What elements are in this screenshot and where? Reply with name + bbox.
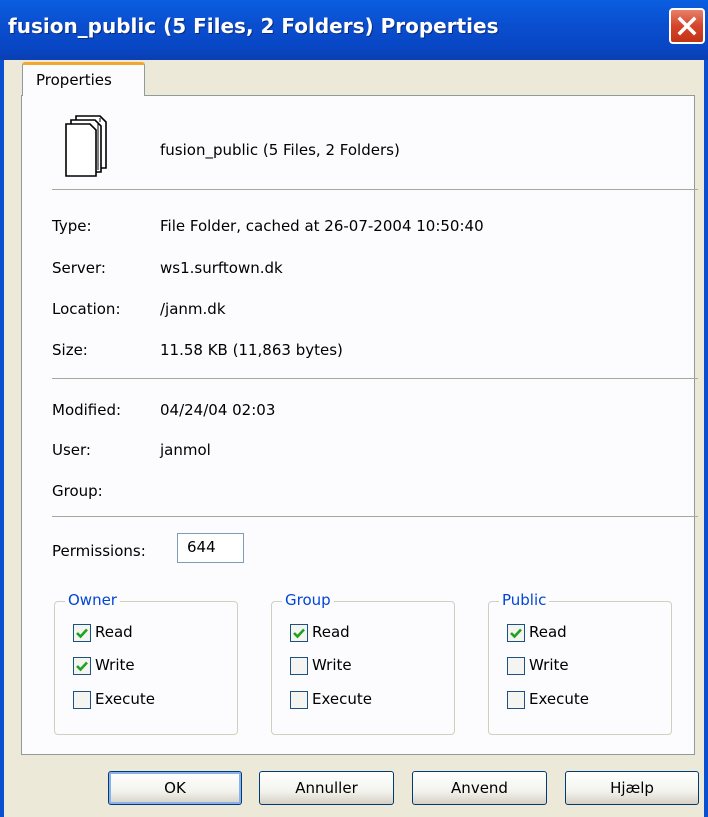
checkbox-box[interactable] (507, 691, 525, 709)
apply-button[interactable]: Anvend (412, 771, 547, 805)
owner-read-label: Read (95, 623, 133, 641)
group-group-title: Group (282, 591, 334, 609)
type-value: File Folder, cached at 26-07-2004 10:50:… (160, 217, 484, 235)
public-execute-label: Execute (529, 690, 589, 708)
public-group: Public Read Write Execute (488, 591, 672, 735)
checkbox-box[interactable] (290, 691, 308, 709)
checkmark-icon (76, 628, 88, 639)
tab-properties[interactable]: Properties (22, 62, 145, 96)
checkbox-box[interactable] (73, 657, 91, 675)
modified-value: 04/24/04 02:03 (160, 401, 276, 419)
multiple-files-icon (65, 115, 107, 177)
server-label: Server: (52, 259, 106, 277)
separator (52, 189, 698, 190)
tab-label: Properties (36, 71, 112, 89)
checkmark-icon (293, 628, 305, 639)
owner-execute-label: Execute (95, 690, 155, 708)
close-button[interactable] (669, 8, 705, 44)
window-frame-right (704, 60, 708, 817)
checkbox-box[interactable] (73, 691, 91, 709)
permissions-value: 644 (187, 538, 216, 556)
cancel-button[interactable]: Annuller (259, 771, 394, 805)
close-icon (677, 16, 697, 36)
ok-button[interactable]: OK (108, 771, 242, 805)
window-title: fusion_public (5 Files, 2 Folders) Prope… (8, 14, 499, 38)
checkbox-box[interactable] (73, 624, 91, 642)
checkbox-box[interactable] (507, 657, 525, 675)
properties-panel: fusion_public (5 Files, 2 Folders) Type:… (21, 95, 698, 755)
type-label: Type: (52, 217, 92, 235)
group-group: Group Read Write Execute (271, 591, 455, 735)
checkmark-icon (510, 628, 522, 639)
owner-group: Owner Read Write Execute (54, 591, 238, 735)
size-value: 11.58 KB (11,863 bytes) (160, 341, 343, 359)
help-button[interactable]: Hjælp (565, 771, 699, 805)
group-label: Group: (52, 482, 103, 500)
user-label: User: (52, 441, 91, 459)
server-value: ws1.surftown.dk (160, 259, 283, 277)
separator (52, 378, 698, 379)
location-label: Location: (52, 300, 121, 318)
group-execute-label: Execute (312, 690, 372, 708)
checkbox-box[interactable] (290, 624, 308, 642)
location-value: /janm.dk (160, 300, 226, 318)
modified-label: Modified: (52, 401, 122, 419)
group-write-label: Write (312, 656, 352, 674)
user-value: janmol (160, 441, 211, 459)
owner-write-label: Write (95, 656, 135, 674)
group-read-label: Read (312, 623, 350, 641)
owner-group-title: Owner (65, 591, 120, 609)
checkbox-box[interactable] (507, 624, 525, 642)
public-read-label: Read (529, 623, 567, 641)
checkmark-icon (76, 661, 88, 672)
permissions-input[interactable]: 644 (177, 533, 244, 563)
title-bar: fusion_public (5 Files, 2 Folders) Prope… (0, 0, 708, 60)
window-frame-left (0, 60, 4, 817)
separator (52, 516, 698, 517)
checkbox-box[interactable] (290, 657, 308, 675)
size-label: Size: (52, 341, 88, 359)
permissions-label: Permissions: (52, 542, 146, 560)
item-name: fusion_public (5 Files, 2 Folders) (160, 141, 400, 159)
public-write-label: Write (529, 656, 569, 674)
public-group-title: Public (499, 591, 550, 609)
